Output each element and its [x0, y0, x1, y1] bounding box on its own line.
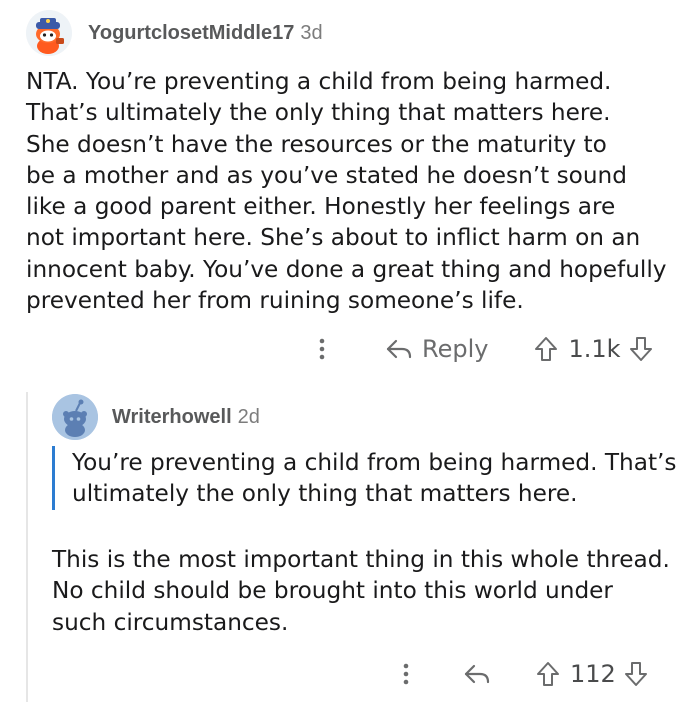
- comment-actions: Reply 1.1k: [308, 330, 653, 368]
- comment-actions: 112: [392, 655, 648, 693]
- comment-header: Writerhowell 2d: [52, 394, 260, 440]
- reply-button[interactable]: Reply: [384, 335, 488, 363]
- downvote-arrow-icon: [629, 336, 653, 362]
- body-line: No child should be brought into this wor…: [52, 577, 613, 605]
- quote-line: You’re preventing a child from being har…: [72, 449, 677, 476]
- upvote-button[interactable]: [534, 336, 558, 362]
- body-line: That’s ultimately the only thing that ma…: [26, 99, 611, 127]
- quote-line: ultimately the only thing that matters h…: [72, 480, 578, 508]
- reply-arrow-icon: [462, 663, 492, 685]
- more-options-icon[interactable]: [308, 338, 336, 360]
- more-options-icon[interactable]: [392, 663, 420, 685]
- reply-arrow-icon: [384, 338, 414, 360]
- body-line: such circumstances.: [52, 608, 289, 636]
- body-line: like a good parent either. Honestly her …: [26, 193, 616, 221]
- body-line: NTA. You’re preventing a child from bein…: [26, 68, 612, 95]
- body-line: be a mother and as you’ve stated he does…: [26, 161, 627, 189]
- body-line: not important here. She’s about to infli…: [26, 224, 641, 252]
- comment-age: 3d: [300, 21, 323, 44]
- downvote-button[interactable]: [624, 661, 648, 687]
- quote-bar: [52, 446, 55, 510]
- downvote-button[interactable]: [629, 336, 653, 362]
- upvote-button[interactable]: [536, 661, 560, 687]
- reply-button[interactable]: [462, 663, 492, 685]
- body-line: prevented her from ruining someone’s lif…: [26, 287, 524, 315]
- upvote-arrow-icon: [534, 336, 558, 362]
- default-snoo-avatar-icon[interactable]: [52, 394, 98, 440]
- comment-body: This is the most important thing in this…: [52, 544, 692, 638]
- snoo-firefighter-avatar-icon[interactable]: [26, 10, 72, 56]
- body-line: This is the most important thing in this…: [52, 546, 670, 573]
- downvote-arrow-icon: [624, 661, 648, 687]
- comment-quote: You’re preventing a child from being har…: [72, 447, 692, 510]
- body-line: innocent baby. You’ve done a great thing…: [26, 255, 667, 283]
- vote-score: 1.1k: [568, 335, 621, 363]
- comment-username[interactable]: YogurtclosetMiddle17: [88, 22, 294, 45]
- comment-header: YogurtclosetMiddle17 3d: [26, 10, 323, 56]
- comment-username[interactable]: Writerhowell: [112, 406, 232, 429]
- vote-score: 112: [570, 660, 616, 688]
- thread-line[interactable]: [26, 392, 28, 702]
- upvote-arrow-icon: [536, 661, 560, 687]
- body-line: She doesn’t have the resources or the ma…: [26, 130, 607, 158]
- comment-body: NTA. You’re preventing a child from bein…: [26, 66, 691, 316]
- comment-age: 2d: [237, 405, 260, 428]
- reply-label: Reply: [422, 335, 489, 363]
